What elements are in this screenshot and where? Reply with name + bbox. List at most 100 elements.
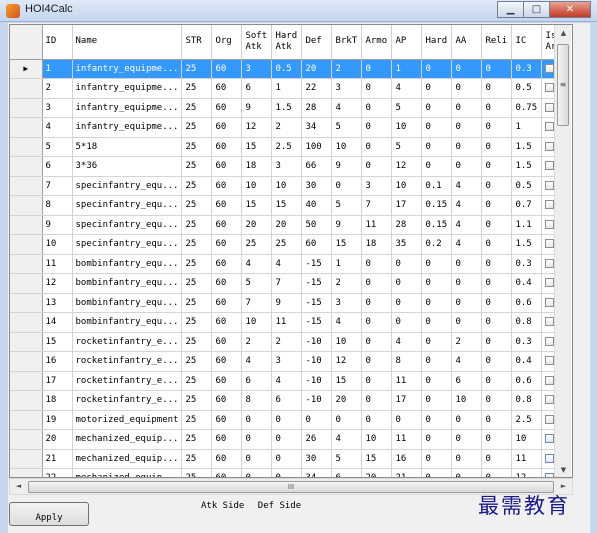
table-cell[interactable]: 0 — [361, 410, 393, 430]
table-cell[interactable]: specinfantry_equ... — [72, 215, 183, 235]
table-cell[interactable]: 18 — [361, 234, 393, 255]
table-cell[interactable]: 5 — [391, 98, 423, 118]
table-cell[interactable]: 10 — [361, 429, 393, 450]
table-cell[interactable]: 1 — [331, 254, 363, 274]
table-cell[interactable]: 0 — [481, 117, 513, 138]
table-cell[interactable]: 0 — [241, 449, 273, 469]
table-cell[interactable]: 0 — [481, 468, 513, 477]
table-cell[interactable]: 15 — [42, 332, 73, 352]
table-cell[interactable]: 20 — [271, 215, 303, 235]
table-cell[interactable]: 2 — [271, 117, 303, 138]
table-cell[interactable]: 1 — [271, 78, 303, 99]
vertical-scrollbar[interactable]: ▲ ≡ ▼ — [554, 25, 571, 477]
table-cell[interactable]: 17 — [42, 371, 73, 391]
table-cell[interactable]: 60 — [211, 293, 243, 313]
table-cell[interactable]: 0 — [481, 273, 513, 294]
table-cell[interactable]: 7 — [361, 195, 393, 216]
table-cell[interactable]: 2 — [241, 332, 273, 352]
table-cell[interactable]: 25 — [181, 254, 213, 274]
table-cell[interactable]: 11 — [361, 215, 393, 235]
table-cell[interactable]: 0 — [241, 429, 273, 450]
table-cell[interactable]: 3 — [241, 59, 273, 79]
table-cell[interactable]: 0 — [451, 410, 483, 430]
table-cell[interactable]: 2 — [42, 78, 73, 99]
table-cell[interactable]: 28 — [301, 98, 333, 118]
table-cell[interactable]: 28 — [391, 215, 423, 235]
table-cell[interactable]: 4 — [451, 215, 483, 235]
table-cell[interactable]: 0 — [361, 312, 393, 333]
table-cell[interactable]: 0 — [481, 449, 513, 469]
table-cell[interactable]: 0.8 — [511, 312, 543, 333]
table-cell[interactable]: 25 — [181, 390, 213, 411]
row-header[interactable] — [10, 254, 43, 274]
table-cell[interactable]: 20 — [331, 390, 363, 411]
table-cell[interactable]: 5 — [331, 195, 363, 216]
table-cell[interactable]: 25 — [181, 351, 213, 372]
table-cell[interactable]: 12 — [241, 117, 273, 138]
table-cell[interactable]: 0 — [421, 312, 453, 333]
table-cell[interactable]: 0.5 — [511, 176, 543, 196]
table-cell[interactable]: 60 — [211, 137, 243, 157]
table-cell[interactable]: 14 — [42, 312, 73, 333]
table-cell[interactable]: 0 — [421, 137, 453, 157]
table-cell[interactable]: 0.1 — [421, 176, 453, 196]
table-cell[interactable]: 0 — [271, 468, 303, 477]
table-cell[interactable]: -10 — [301, 390, 333, 411]
table-cell[interactable]: 4 — [391, 332, 423, 352]
table-cell[interactable]: -15 — [301, 254, 333, 274]
table-cell[interactable]: 60 — [211, 332, 243, 352]
table-cell[interactable]: 0 — [361, 137, 393, 157]
table-cell[interactable]: specinfantry_equ... — [72, 195, 183, 216]
column-header[interactable]: STR — [181, 25, 213, 60]
table-cell[interactable]: 25 — [181, 137, 213, 157]
table-cell[interactable]: 60 — [211, 273, 243, 294]
table-cell[interactable]: 0 — [271, 410, 303, 430]
table-cell[interactable]: mechanized_equip... — [72, 429, 183, 450]
table-cell[interactable]: -15 — [301, 312, 333, 333]
table-cell[interactable]: 21 — [391, 468, 423, 477]
table-cell[interactable]: specinfantry_equ... — [72, 234, 183, 255]
table-cell[interactable]: 60 — [211, 410, 243, 430]
table-cell[interactable]: 10 — [241, 176, 273, 196]
table-cell[interactable]: 1 — [391, 59, 423, 79]
table-cell[interactable]: infantry_equipme... — [72, 117, 183, 138]
table-cell[interactable]: 25 — [181, 176, 213, 196]
table-cell[interactable]: 0 — [331, 176, 363, 196]
column-header[interactable]: Hard Atk — [271, 25, 303, 60]
table-cell[interactable]: 4 — [271, 254, 303, 274]
table-cell[interactable]: 10 — [511, 429, 543, 450]
table-cell[interactable]: 0 — [481, 293, 513, 313]
table-cell[interactable]: rocketinfantry_e... — [72, 351, 183, 372]
table-cell[interactable]: 7 — [241, 293, 273, 313]
table-cell[interactable]: 25 — [181, 371, 213, 391]
table-cell[interactable]: 1.5 — [511, 156, 543, 177]
table-cell[interactable]: 0.6 — [511, 371, 543, 391]
table-cell[interactable]: 0 — [451, 449, 483, 469]
table-cell[interactable]: 25 — [181, 468, 213, 477]
table-cell[interactable]: 0 — [421, 449, 453, 469]
table-cell[interactable]: 25 — [181, 78, 213, 99]
table-cell[interactable]: 0 — [361, 273, 393, 294]
table-cell[interactable]: 0 — [451, 273, 483, 294]
table-cell[interactable]: 0 — [421, 410, 453, 430]
table-row[interactable]: 15 rocketinfantry_e... 25 60 2 2 -10 10 0 4 0 2 0 0.3 — [10, 332, 561, 352]
table-cell[interactable]: 16 — [391, 449, 423, 469]
table-cell[interactable]: 3*36 — [72, 156, 183, 177]
table-cell[interactable]: 22 — [42, 468, 73, 477]
close-button[interactable]: ✕ — [549, 1, 591, 18]
table-cell[interactable]: 5*18 — [72, 137, 183, 157]
row-header[interactable] — [10, 429, 43, 450]
table-cell[interactable]: -10 — [301, 371, 333, 391]
table-row[interactable]: 9 specinfantry_equ... 25 60 20 20 50 9 11 28 0.15 4… — [10, 215, 561, 235]
row-header[interactable] — [10, 78, 43, 99]
table-cell[interactable]: 25 — [181, 312, 213, 333]
table-cell[interactable]: 5 — [391, 137, 423, 157]
column-header[interactable]: Reli — [481, 25, 513, 60]
table-cell[interactable]: 0 — [241, 468, 273, 477]
table-cell[interactable]: 0 — [391, 273, 423, 294]
table-cell[interactable]: 3 — [331, 78, 363, 99]
table-row[interactable]: 17 rocketinfantry_e... 25 60 6 4 -10 15 0 11 0 6 0 0.… — [10, 371, 561, 391]
table-cell[interactable]: 4 — [451, 195, 483, 216]
table-cell[interactable]: 0 — [301, 410, 333, 430]
table-cell[interactable]: 0 — [481, 332, 513, 352]
